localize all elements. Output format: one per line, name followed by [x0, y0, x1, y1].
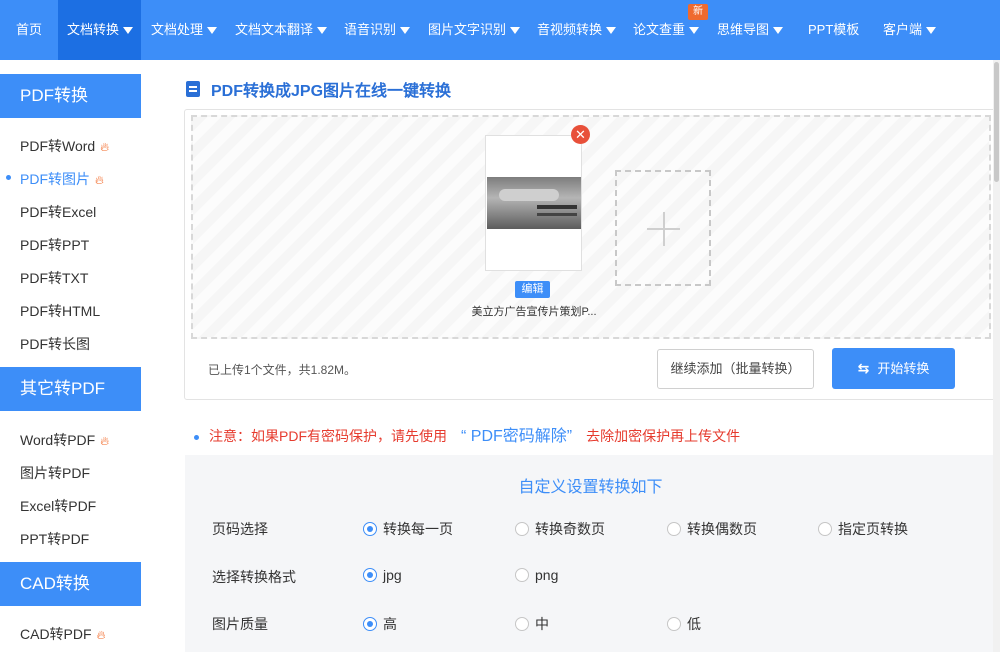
radio-unchecked-icon [667, 617, 681, 631]
nav-item-home[interactable]: 首页 [0, 0, 58, 60]
swap-icon: ⇆ [857, 360, 870, 376]
nav-item-ppt-template[interactable]: PPT模板 [808, 0, 859, 60]
radio-checked-icon [363, 568, 377, 582]
nav-item-ocr[interactable]: 图片文字识别 [428, 0, 521, 60]
radio-odd-pages[interactable]: 转换奇数页 [515, 519, 605, 539]
radio-specific-pages[interactable]: 指定页转换 [818, 519, 908, 539]
nav-label: PPT模板 [808, 22, 860, 37]
nav-label: 音视频转换 [537, 22, 603, 37]
flame-icon: 🔥︎ [95, 173, 104, 187]
nav-label: 语音识别 [344, 22, 397, 37]
settings-title: 自定义设置转换如下 [518, 479, 663, 496]
sidebar-item-excel-to-pdf[interactable]: Excel转PDF [20, 496, 96, 516]
caret-down-icon [123, 27, 134, 35]
radio-unchecked-icon [515, 568, 529, 582]
nav-label: 客户端 [883, 22, 923, 37]
edit-file-button[interactable]: 编辑 [515, 281, 550, 298]
scrollbar-thumb[interactable] [994, 62, 999, 182]
radio-unchecked-icon [667, 522, 681, 536]
nav-item-translate[interactable]: 文档文本翻译 [235, 0, 328, 60]
password-notice: 注意：如果PDF有密码保护，请先使用 “ PDF密码解除” 去除加密保护再上传文件 [194, 422, 740, 446]
sidebar-heading-other-to-pdf: 其它转PDF [0, 367, 141, 411]
page-title: PDF转换成JPG图片在线一键转换 [211, 83, 452, 100]
sidebar-item-cad-to-pdf[interactable]: CAD转PDF 🔥︎ [20, 624, 105, 644]
start-convert-button[interactable]: ⇆ 开始转换 [832, 348, 955, 389]
radio-unchecked-icon [818, 522, 832, 536]
sidebar-heading-pdf-convert: PDF转换 [0, 74, 141, 118]
nav-item-doc-process[interactable]: 文档处理 [151, 0, 218, 60]
pdf-unlock-link[interactable]: “ PDF密码解除” [461, 428, 572, 445]
nav-label: 思维导图 [717, 22, 770, 37]
quality-label: 图片质量 [212, 616, 268, 632]
sidebar-item-pdf-to-ppt[interactable]: PDF转PPT [20, 235, 89, 255]
radio-jpg[interactable]: jpg [363, 567, 402, 583]
caret-down-icon [510, 27, 521, 35]
sidebar-item-ppt-to-pdf[interactable]: PPT转PDF [20, 529, 89, 549]
sidebar-item-pdf-to-word[interactable]: PDF转Word 🔥︎ [20, 136, 109, 156]
nav-label: 文档转换 [67, 22, 120, 37]
radio-quality-high[interactable]: 高 [363, 614, 397, 634]
radio-even-pages[interactable]: 转换偶数页 [667, 519, 757, 539]
thumbnail-preview [487, 177, 581, 229]
active-dot [6, 175, 11, 180]
flame-icon: 🔥︎ [96, 628, 106, 642]
new-badge: 新 [688, 4, 708, 20]
document-icon [186, 81, 200, 97]
radio-quality-low[interactable]: 低 [667, 614, 701, 634]
radio-quality-medium[interactable]: 中 [515, 614, 549, 634]
sidebar-item-pdf-to-html[interactable]: PDF转HTML [20, 301, 100, 321]
nav-item-av-convert[interactable]: 音视频转换 [537, 0, 617, 60]
caret-down-icon [689, 27, 700, 35]
sidebar-item-pdf-to-excel[interactable]: PDF转Excel [20, 202, 96, 222]
nav-label: 论文查重 [633, 22, 686, 37]
radio-checked-icon [363, 522, 377, 536]
file-thumbnail[interactable] [485, 135, 582, 271]
nav-item-speech[interactable]: 语音识别 [344, 0, 411, 60]
radio-png[interactable]: png [515, 567, 558, 583]
continue-add-button[interactable]: 继续添加（批量转换） [657, 349, 814, 389]
add-file-tile[interactable] [615, 170, 711, 286]
file-name: 美立方广告宣传片策划P... [471, 306, 597, 318]
caret-down-icon [606, 27, 617, 35]
sidebar-item-image-to-pdf[interactable]: 图片转PDF [20, 463, 90, 483]
remove-file-button[interactable]: ✕ [571, 125, 590, 144]
nav-label: 文档处理 [151, 22, 204, 37]
caret-down-icon [400, 27, 411, 35]
format-select-label: 选择转换格式 [212, 569, 296, 585]
nav-label: 图片文字识别 [428, 22, 507, 37]
upload-status: 已上传1个文件，共1.82M。 [208, 363, 357, 377]
radio-unchecked-icon [515, 617, 529, 631]
sidebar-item-word-to-pdf[interactable]: Word转PDF 🔥︎ [20, 430, 109, 450]
flame-icon: 🔥︎ [100, 140, 110, 154]
sidebar-heading-cad-convert: CAD转换 [0, 562, 141, 606]
flame-icon: 🔥︎ [100, 434, 110, 448]
page-select-label: 页码选择 [212, 521, 268, 537]
nav-label: 首页 [15, 22, 42, 37]
settings-panel: 自定义设置转换如下 页码选择 转换每一页 转换奇数页 转换偶数页 指定页转换 选… [185, 455, 996, 652]
nav-item-doc-convert[interactable]: 文档转换 [58, 0, 141, 60]
nav-item-client[interactable]: 客户端 [883, 0, 937, 60]
sidebar-item-pdf-to-long-image[interactable]: PDF转长图 [20, 334, 90, 354]
sidebar-item-pdf-to-image[interactable]: PDF转图片 🔥︎ [6, 169, 104, 189]
radio-unchecked-icon [515, 522, 529, 536]
nav-item-mindmap[interactable]: 思维导图 [717, 0, 784, 60]
sidebar-item-pdf-to-txt[interactable]: PDF转TXT [20, 268, 88, 288]
caret-down-icon [773, 27, 784, 35]
caret-down-icon [207, 27, 218, 35]
caret-down-icon [317, 27, 328, 35]
radio-checked-icon [363, 617, 377, 631]
nav-label: 文档文本翻译 [235, 22, 314, 37]
radio-every-page[interactable]: 转换每一页 [363, 519, 453, 539]
caret-down-icon [926, 27, 937, 35]
